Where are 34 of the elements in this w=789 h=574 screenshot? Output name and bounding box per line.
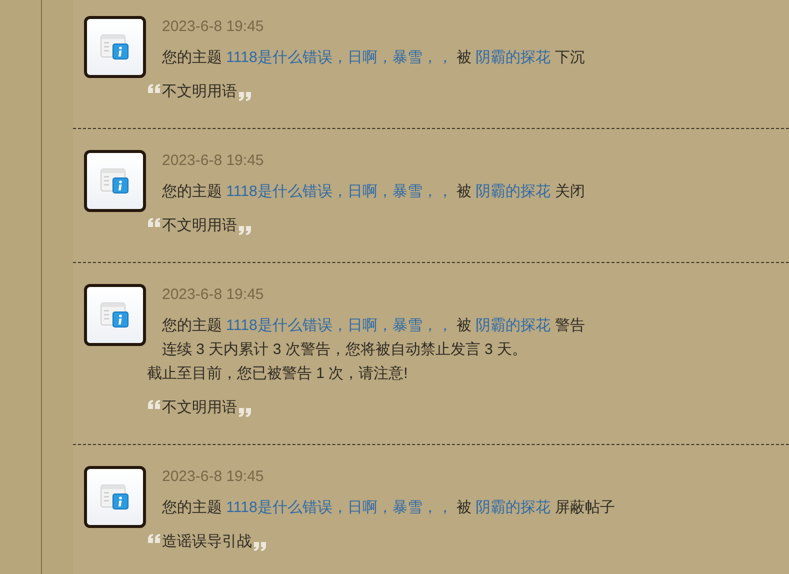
topic-link[interactable]: 1118是什么错误，日啊，暴雪，， [226, 183, 452, 200]
close-quote-icon [253, 541, 267, 552]
open-quote-icon [147, 217, 161, 228]
info-avatar-icon [84, 16, 146, 78]
timestamp: 2023-6-8 19:45 [162, 151, 265, 171]
topic-link[interactable]: 1118是什么错误，日啊，暴雪，， [226, 499, 452, 516]
topic-link[interactable]: 1118是什么错误，日啊，暴雪，， [226, 317, 452, 334]
reason-text: 造谣误导引战 [162, 532, 252, 552]
reason-text: 不文明用语 [162, 82, 237, 102]
warning-text: 截止至目前，您已被警告 1 次，请注意! [147, 364, 409, 384]
timestamp: 2023-6-8 19:45 [162, 17, 265, 37]
close-quote-icon [238, 225, 252, 236]
open-quote-icon [147, 399, 161, 410]
warning-text: 连续 3 天内累计 3 次警告，您将被自动禁止发言 3 天。 [162, 340, 528, 360]
notice-text: 您的主题 1118是什么错误，日啊，暴雪，， 被 阴霸的探花 屏蔽帖子 [162, 498, 615, 518]
close-quote-icon [238, 407, 252, 418]
user-link[interactable]: 阴霸的探花 [476, 49, 551, 66]
user-link[interactable]: 阴霸的探花 [476, 317, 551, 334]
info-avatar-icon [84, 150, 146, 212]
user-link[interactable]: 阴霸的探花 [476, 499, 551, 516]
reason-text: 不文明用语 [162, 216, 237, 236]
notice-text: 您的主题 1118是什么错误，日啊，暴雪，， 被 阴霸的探花 关闭 [162, 182, 585, 202]
info-avatar-icon [84, 466, 146, 528]
reason-text: 不文明用语 [162, 398, 237, 418]
close-quote-icon [238, 91, 252, 102]
user-link[interactable]: 阴霸的探花 [476, 183, 551, 200]
timestamp: 2023-6-8 19:45 [162, 285, 265, 305]
timestamp: 2023-6-8 19:45 [162, 467, 265, 487]
open-quote-icon [147, 83, 161, 94]
notice-text: 您的主题 1118是什么错误，日啊，暴雪，， 被 阴霸的探花 下沉 [162, 48, 585, 68]
open-quote-icon [147, 533, 161, 544]
topic-link[interactable]: 1118是什么错误，日啊，暴雪，， [226, 49, 452, 66]
notice-text: 您的主题 1118是什么错误，日啊，暴雪，， 被 阴霸的探花 警告 [162, 316, 585, 336]
info-avatar-icon [84, 284, 146, 346]
